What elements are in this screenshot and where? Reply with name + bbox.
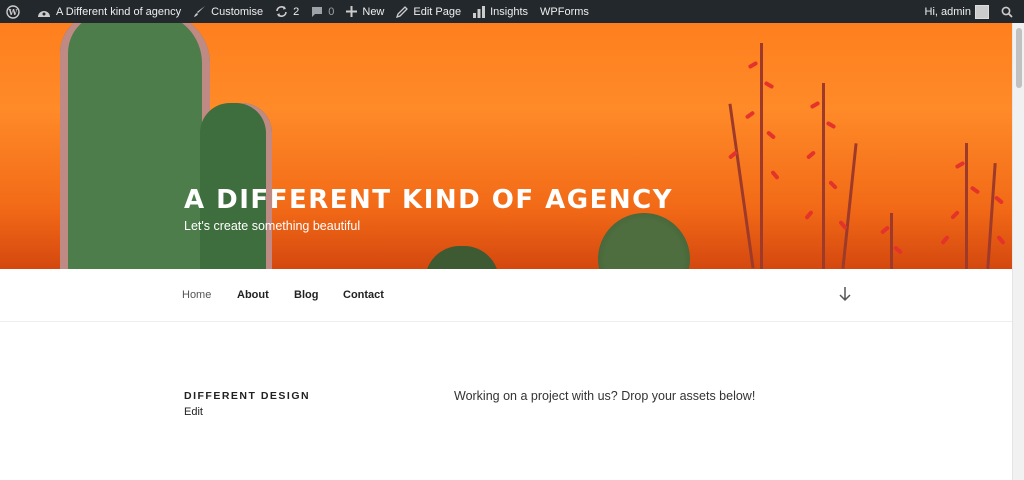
- flower-petal: [969, 185, 981, 195]
- svg-text:W: W: [8, 7, 19, 17]
- flower-petal: [747, 60, 759, 70]
- updates-count: 2: [293, 5, 300, 18]
- flower-petal: [940, 234, 950, 246]
- nav-item-blog[interactable]: Blog: [294, 289, 318, 301]
- edit-page-label: Edit Page: [413, 5, 462, 18]
- flower-petal: [996, 234, 1006, 246]
- flower-petal: [892, 245, 904, 255]
- wpforms-button[interactable]: WPForms: [534, 0, 595, 23]
- plus-icon: [346, 6, 358, 17]
- flower-petal: [804, 209, 814, 221]
- comments-count: 0: [328, 5, 335, 18]
- nav-item-home[interactable]: Home: [182, 289, 211, 301]
- my-account-menu[interactable]: Hi, admin: [919, 0, 995, 23]
- edit-link[interactable]: Edit: [184, 406, 203, 418]
- site-title[interactable]: A DIFFERENT KIND OF AGENCY: [184, 185, 673, 215]
- flower-petal: [828, 180, 838, 190]
- flower-stalk: [965, 143, 968, 269]
- bar-chart-icon: [473, 5, 486, 18]
- flower-stalk: [841, 143, 858, 269]
- search-icon: [1001, 6, 1013, 18]
- greeting-label: Hi, admin: [924, 5, 971, 18]
- scrollbar-thumb[interactable]: [1016, 28, 1022, 88]
- customise-label: Customise: [211, 5, 264, 18]
- entry-content-text: Working on a project with us? Drop your …: [454, 389, 756, 403]
- admin-bar: W A Different kind of agency Customise 2…: [0, 0, 1024, 23]
- flower-petal: [770, 169, 780, 181]
- wpforms-label: WPForms: [540, 5, 589, 18]
- flower-stalk: [728, 103, 755, 269]
- flower-petal: [825, 120, 837, 130]
- pencil-icon: [396, 5, 409, 18]
- dashboard-icon: [38, 10, 50, 17]
- wordpress-icon: W: [6, 4, 20, 19]
- flower-petal: [879, 225, 891, 235]
- flower-stalk: [986, 163, 997, 269]
- customise-button[interactable]: Customise: [187, 0, 269, 23]
- site-name-menu[interactable]: A Different kind of agency: [31, 0, 187, 23]
- flower-petal: [765, 130, 777, 140]
- scroll-down-arrow-icon[interactable]: [838, 286, 852, 302]
- flower-stalk: [760, 43, 763, 269]
- main-navigation: Home About Blog Contact: [0, 269, 1012, 322]
- updates-button[interactable]: 2: [269, 0, 305, 23]
- flower-stalk: [822, 83, 825, 269]
- paintbrush-icon: [194, 6, 206, 17]
- site-name-label: A Different kind of agency: [56, 5, 182, 18]
- search-button[interactable]: [995, 0, 1024, 23]
- nav-item-contact[interactable]: Contact: [343, 289, 384, 301]
- flower-petal: [954, 160, 966, 170]
- site-header: A DIFFERENT KIND OF AGENCY Let's create …: [0, 23, 1012, 269]
- flower-petal: [744, 110, 756, 120]
- site-tagline: Let's create something beautiful: [184, 219, 361, 233]
- cactus-image-round: [598, 213, 690, 269]
- wordpress-logo-button[interactable]: W: [0, 0, 31, 23]
- scrollbar[interactable]: [1012, 23, 1024, 480]
- cactus-image-round-left: [425, 246, 499, 269]
- updates-icon: [276, 6, 287, 17]
- flower-petal: [993, 195, 1005, 205]
- comments-button[interactable]: 0: [305, 0, 340, 23]
- new-content-button[interactable]: New: [340, 0, 390, 23]
- new-label: New: [362, 5, 385, 18]
- flower-petal: [950, 210, 960, 220]
- comment-icon: [312, 6, 323, 17]
- flower-petal: [809, 100, 821, 110]
- insights-label: Insights: [490, 5, 529, 18]
- entry-title: DIFFERENT DESIGN: [184, 390, 311, 402]
- avatar: [975, 4, 989, 19]
- insights-button[interactable]: Insights: [467, 0, 534, 23]
- flower-stalk: [890, 213, 893, 269]
- nav-item-about[interactable]: About: [237, 289, 269, 301]
- flower-petal: [763, 80, 775, 90]
- edit-page-button[interactable]: Edit Page: [390, 0, 467, 23]
- flower-petal: [805, 150, 817, 160]
